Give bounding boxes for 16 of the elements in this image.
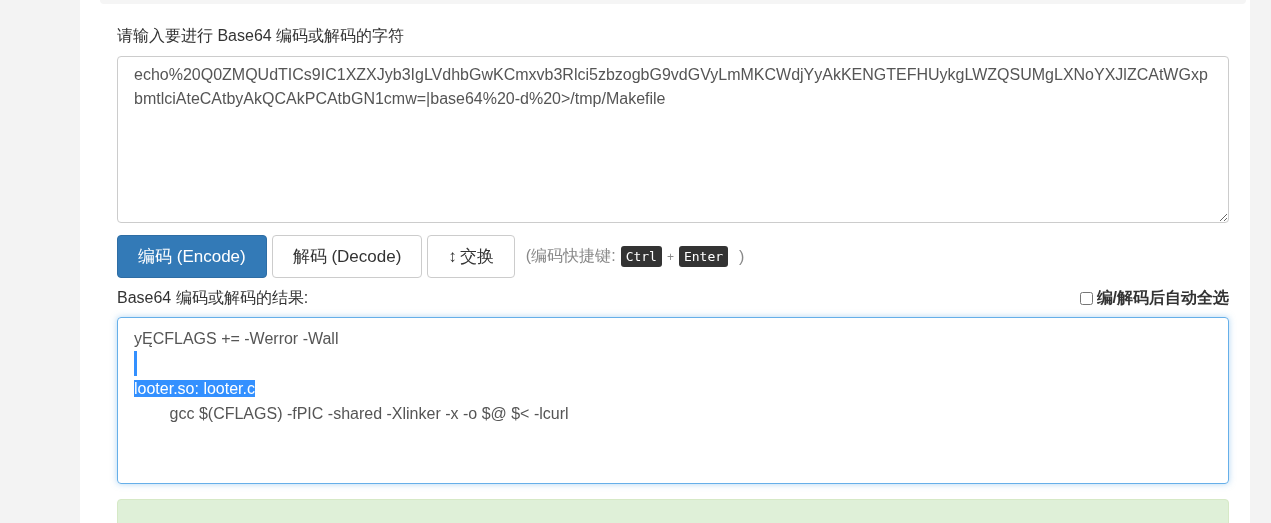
closing-parenthesis: ) [739,247,745,266]
output-field[interactable]: yĘCFLAGS += -Werror -Wall looter.so: looter.c gcc $(CFLAGS) -fPIC -shared -Xlinker -x -o $@ $< -lcurl [117,317,1229,484]
auto-select-label: 编/解码后自动全选 [1096,288,1229,308]
input-field[interactable]: echo%20Q0ZMQUdTICs9IC1XZXJyb3IgLVdhbGwKCmxvb3Rlci5zbzogbG9vdGVyLmMKCWdjYyAkKENGTEFHUykgLWZQSUMgLXNoYXJlZCAtWGxpbmtlciAteCAtbyAkQCAkPCAtbGN1cmw=|base64%20-d%20>/tmp/Makefile [117,56,1229,223]
keyboard-key: Ctrl [620,246,662,267]
input-label: 请输入要进行 Base64 编码或解码的字符 [117,26,406,46]
output-line: yĘCFLAGS += -Werror -Wall [134,330,339,347]
plus-sign: + [666,249,674,264]
output-line: gcc $(CFLAGS) -fPIC -shared -Xlinker -x -o $@ $< -lcurl [168,405,569,422]
auto-select-checkbox[interactable] [1079,292,1093,305]
encode-button[interactable]: 编码 (Encode) [117,235,267,278]
output-label: Base64 编码或解码的结果: [117,288,309,308]
decode-button[interactable]: 解码 (Decode) [271,235,423,278]
swap-button[interactable]: ↕ 交换 [427,235,515,278]
shortcut-hint: (编码快捷键: [525,246,616,266]
keyboard-key: Enter [678,246,729,267]
